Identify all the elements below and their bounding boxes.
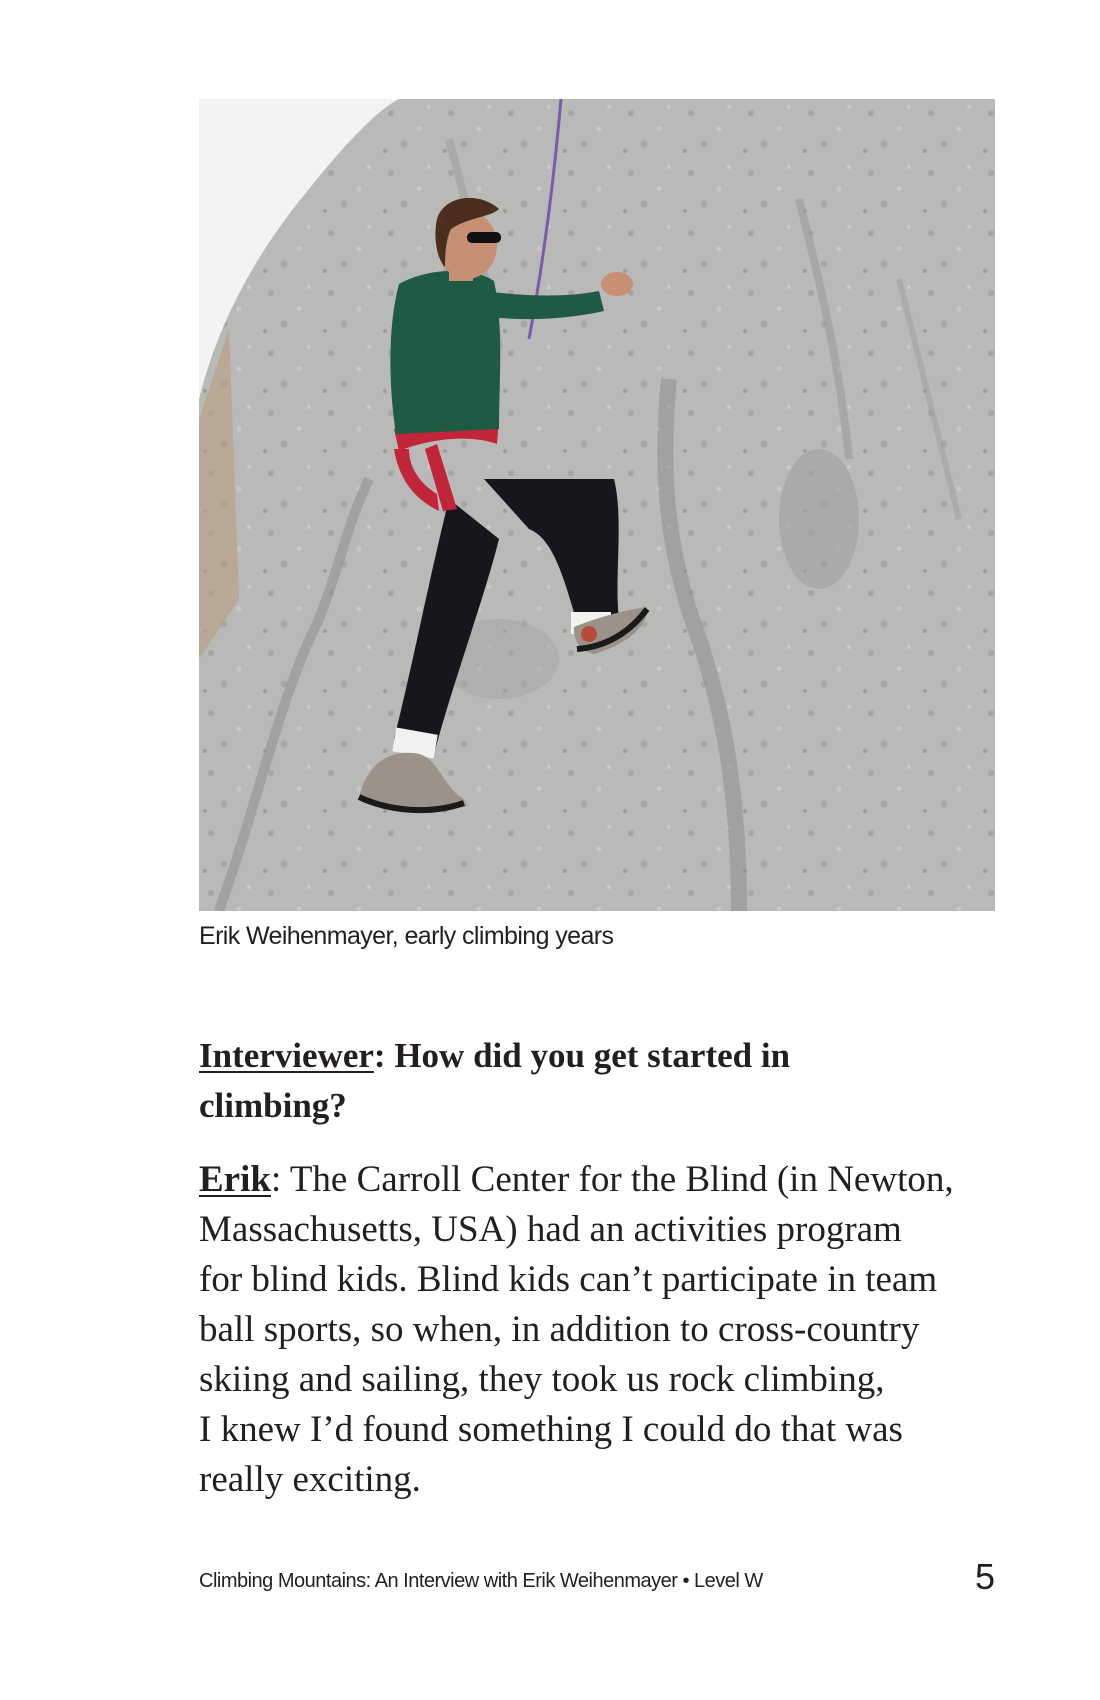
climber-sunglasses [467, 232, 501, 243]
climbing-photo [199, 99, 995, 911]
answer-line: Massachusetts, USA) had an activities pr… [199, 1209, 902, 1250]
answer-line: I knew I’d found something I could do th… [199, 1409, 903, 1450]
answer-line: really exciting. [199, 1459, 421, 1500]
footer-book-title: Climbing Mountains: An Interview with Er… [199, 1570, 763, 1592]
answer-line: skiing and sailing, they took us rock cl… [199, 1359, 885, 1400]
question-text-line2: climbing? [199, 1086, 347, 1125]
answer-separator: : [270, 1159, 282, 1200]
answer-line: for blind kids. Blind kids can’t partici… [199, 1259, 938, 1300]
page-number: 5 [974, 1556, 995, 1597]
interview-question: Interviewer: How did you get started in … [199, 1031, 1009, 1131]
photo-caption: Erik Weihenmayer, early climbing years [199, 922, 614, 950]
answer-speaker: Erik [199, 1159, 271, 1200]
answer-line: The Carroll Center for the Blind (in New… [281, 1159, 954, 1200]
question-separator: : [373, 1036, 386, 1075]
climber-hand [601, 272, 633, 296]
question-text: How did you get started in [385, 1036, 791, 1075]
answer-line: ball sports, so when, in addition to cro… [199, 1309, 920, 1350]
interview-answer: Erik: The Carroll Center for the Blind (… [199, 1155, 1009, 1505]
question-speaker: Interviewer [199, 1036, 374, 1075]
